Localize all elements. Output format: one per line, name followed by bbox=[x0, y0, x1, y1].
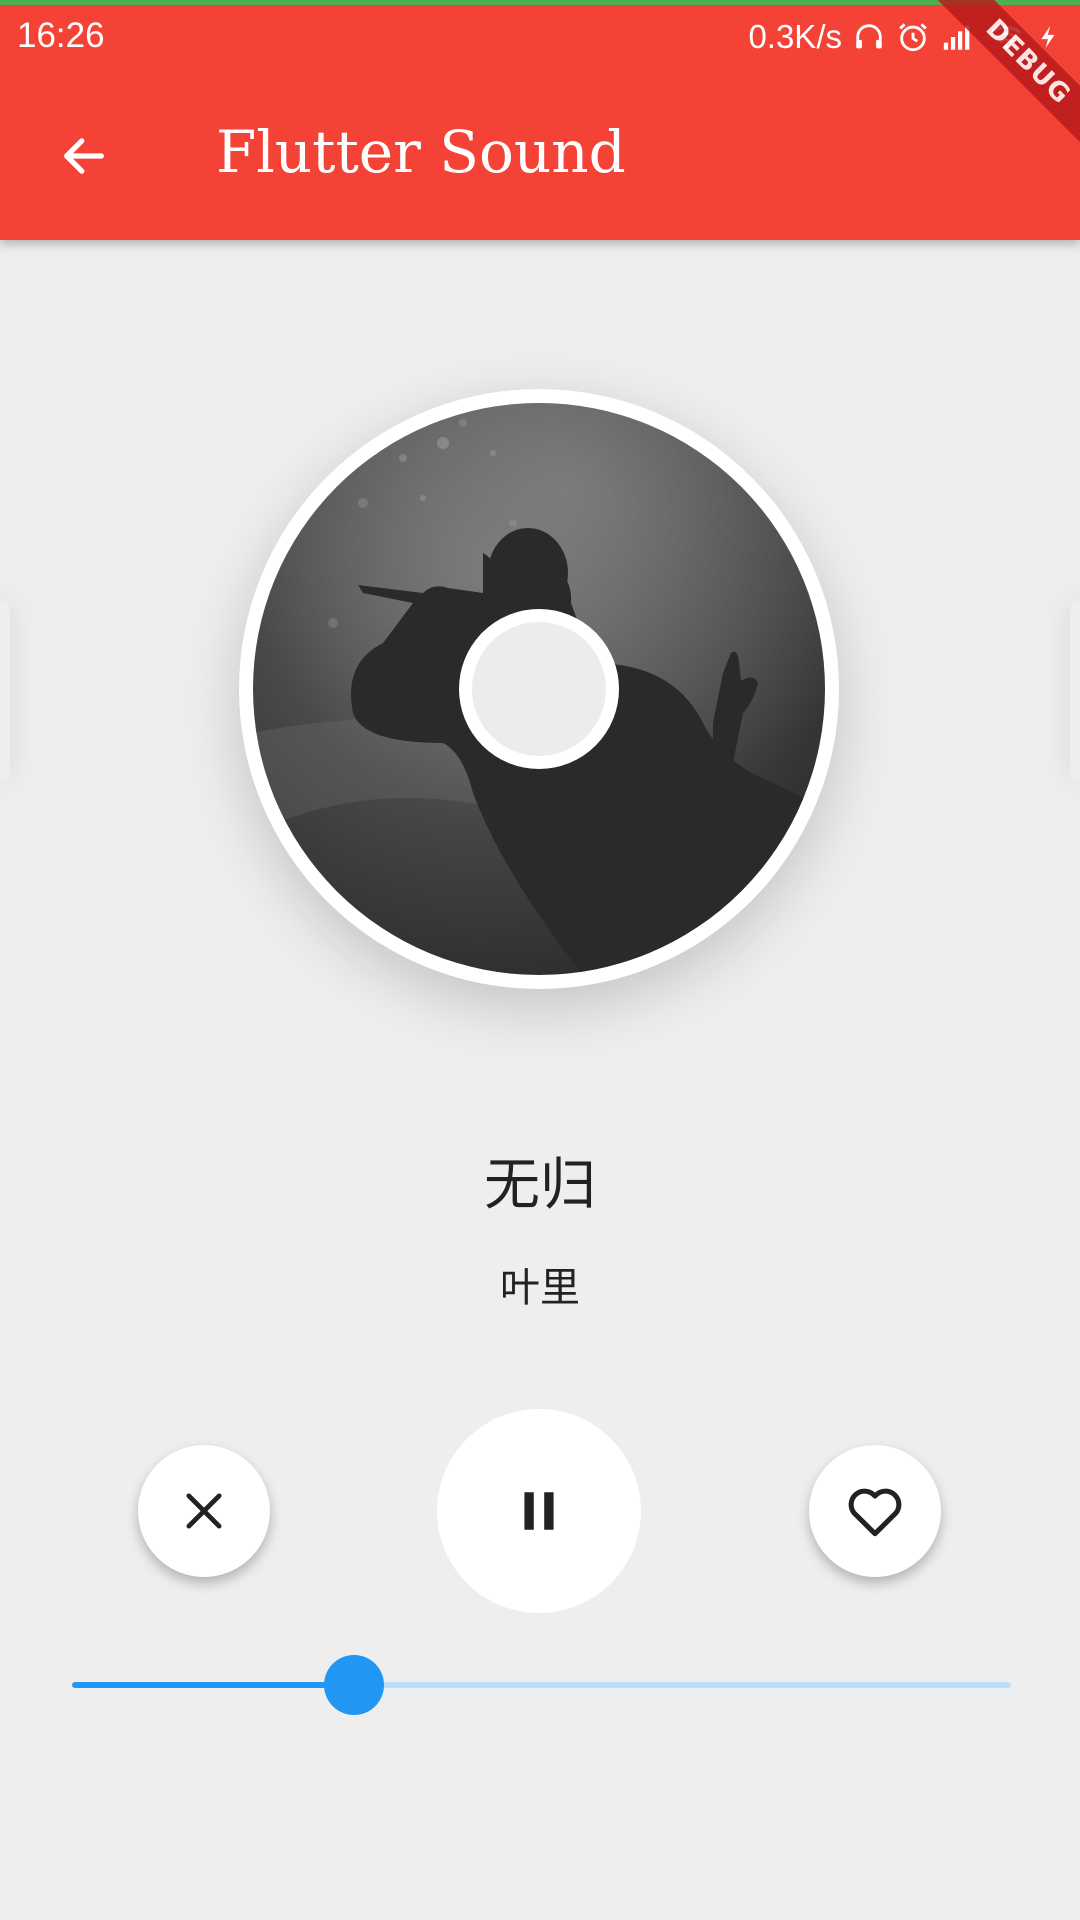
progress-slider[interactable] bbox=[72, 1655, 1011, 1715]
charging-icon bbox=[1041, 26, 1055, 48]
signal-icon bbox=[943, 25, 970, 50]
album-cover bbox=[253, 403, 825, 975]
disc-center-hole bbox=[459, 609, 619, 769]
pause-icon bbox=[524, 1492, 554, 1530]
heart-outline-icon bbox=[848, 1488, 902, 1537]
next-page-edge bbox=[1070, 600, 1080, 780]
status-time: 16:26 bbox=[17, 16, 105, 55]
pause-button[interactable] bbox=[437, 1409, 641, 1613]
album-disc bbox=[239, 389, 839, 989]
song-artist: 叶里 bbox=[500, 1265, 580, 1311]
arrow-back-icon bbox=[64, 138, 104, 174]
page-title: Flutter Sound bbox=[216, 118, 626, 186]
headset-icon bbox=[856, 24, 882, 49]
like-button[interactable] bbox=[809, 1445, 941, 1577]
song-title: 无归 bbox=[484, 1153, 596, 1218]
status-icons: 0.3K/s bbox=[748, 12, 1062, 62]
wifi-icon bbox=[990, 25, 1022, 50]
network-speed: 0.3K/s bbox=[748, 18, 842, 55]
alarm-icon bbox=[899, 23, 927, 52]
previous-page-edge bbox=[0, 600, 10, 780]
slider-fill bbox=[72, 1682, 354, 1688]
top-stripe bbox=[0, 0, 1080, 5]
close-icon bbox=[186, 1493, 222, 1529]
back-button[interactable] bbox=[46, 120, 122, 192]
close-button[interactable] bbox=[138, 1445, 270, 1577]
app-bar: 16:26 0.3K/s Flutter Sound DEBUG bbox=[0, 0, 1080, 240]
slider-thumb[interactable] bbox=[323, 1655, 384, 1715]
